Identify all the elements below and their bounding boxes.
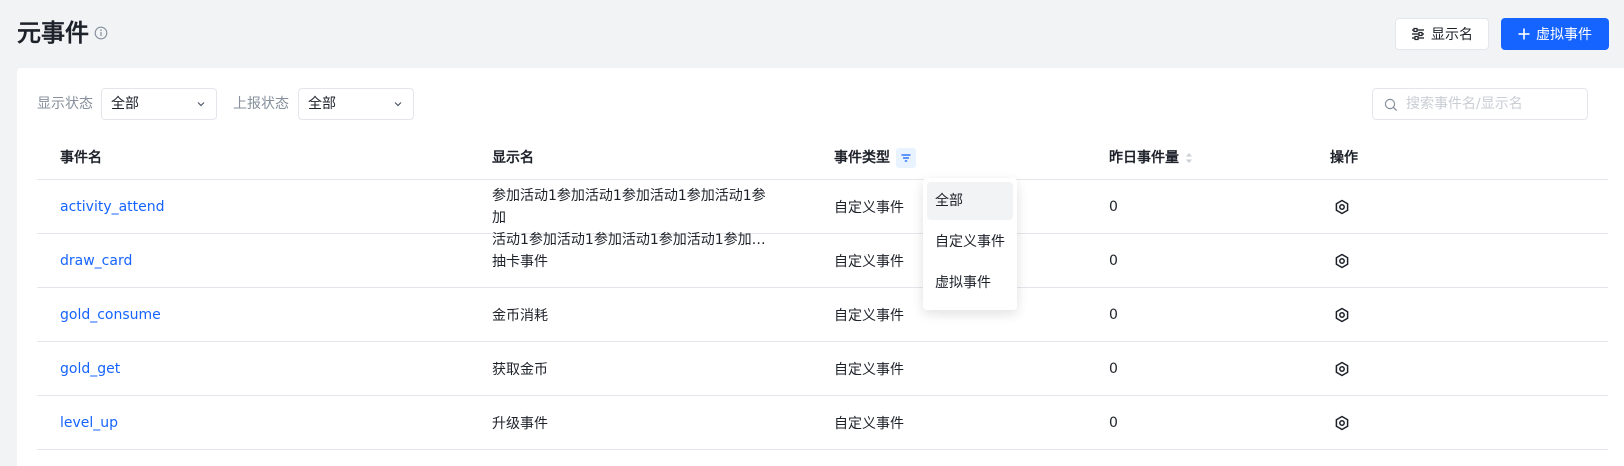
display-name-line: 参加活动1参加活动1参加活动1参加活动1参加 xyxy=(492,188,766,226)
action-cell xyxy=(1334,342,1350,396)
add-virtual-event-label: 虚拟事件 xyxy=(1536,27,1592,43)
gear-icon[interactable] xyxy=(1334,199,1350,215)
display-name-cell: 参加活动1参加活动1参加活动1参加活动1参加 活动1参加活动1参加活动1参加活动… xyxy=(492,180,770,248)
event-name-link[interactable]: activity_attend xyxy=(60,180,165,234)
yesterday-count-cell: 0 xyxy=(1109,415,1118,431)
plus-icon xyxy=(1518,28,1530,40)
action-cell xyxy=(1334,288,1350,342)
column-actions: 操作 xyxy=(1330,150,1358,166)
yesterday-count-cell: 0 xyxy=(1109,307,1118,323)
display-status-select[interactable]: 全部 xyxy=(101,88,217,120)
table-row: gold_get 获取金币 自定义事件 0 xyxy=(37,342,1608,396)
yesterday-count-cell: 0 xyxy=(1109,199,1118,215)
display-name-cell: 金币消耗 xyxy=(492,308,548,324)
table-row: draw_card 抽卡事件 自定义事件 0 xyxy=(37,234,1608,288)
report-status-value: 全部 xyxy=(308,96,336,112)
event-name-link[interactable]: gold_consume xyxy=(60,288,161,342)
event-type-cell: 自定义事件 xyxy=(834,416,904,432)
gear-icon[interactable] xyxy=(1334,415,1350,431)
page-title: 元事件 xyxy=(17,19,89,47)
event-type-cell: 自定义事件 xyxy=(834,200,904,216)
report-status-label: 上报状态 xyxy=(233,96,289,112)
event-list-card: 显示状态 全部 上报状态 全部 搜索事件名/显示名 事件名 显示名 事件类型 昨… xyxy=(17,68,1624,466)
chevron-down-icon xyxy=(197,102,205,107)
dropdown-option-custom-event[interactable]: 自定义事件 xyxy=(927,223,1013,261)
display-name-cell: 抽卡事件 xyxy=(492,254,548,270)
action-cell xyxy=(1334,396,1350,450)
search-icon xyxy=(1384,98,1398,112)
page-header: 元事件 显示名 虚拟事件 xyxy=(0,0,1624,68)
gear-icon[interactable] xyxy=(1334,361,1350,377)
report-status-select[interactable]: 全部 xyxy=(298,88,414,120)
sort-icon[interactable] xyxy=(1185,151,1193,165)
display-status-value: 全部 xyxy=(111,96,139,112)
dropdown-option-virtual-event[interactable]: 虚拟事件 xyxy=(927,264,1013,302)
event-type-cell: 自定义事件 xyxy=(834,308,904,324)
gear-icon[interactable] xyxy=(1334,307,1350,323)
info-icon[interactable] xyxy=(94,26,108,40)
dropdown-option-all[interactable]: 全部 xyxy=(927,182,1013,220)
column-display-name: 显示名 xyxy=(492,150,534,166)
display-name-button[interactable]: 显示名 xyxy=(1395,18,1489,50)
action-cell xyxy=(1334,234,1350,288)
table-header: 事件名 显示名 事件类型 昨日事件量 操作 xyxy=(37,136,1608,180)
gear-icon[interactable] xyxy=(1334,253,1350,269)
add-virtual-event-button[interactable]: 虚拟事件 xyxy=(1501,18,1609,50)
event-name-link[interactable]: draw_card xyxy=(60,234,132,288)
action-cell xyxy=(1334,180,1350,234)
display-name-button-label: 显示名 xyxy=(1431,27,1473,43)
display-name-cell: 升级事件 xyxy=(492,416,548,432)
column-yesterday-count[interactable]: 昨日事件量 xyxy=(1109,136,1193,180)
filter-icon xyxy=(901,154,911,162)
display-name-cell: 获取金币 xyxy=(492,362,548,378)
yesterday-count-cell: 0 xyxy=(1109,253,1118,269)
event-type-cell: 自定义事件 xyxy=(834,362,904,378)
yesterday-count-cell: 0 xyxy=(1109,361,1118,377)
table-row: activity_attend 参加活动1参加活动1参加活动1参加活动1参加 活… xyxy=(37,180,1608,248)
search-input[interactable]: 搜索事件名/显示名 xyxy=(1372,88,1588,120)
table-row: level_up 升级事件 自定义事件 0 xyxy=(37,396,1608,450)
event-name-link[interactable]: gold_get xyxy=(60,342,120,396)
event-type-cell: 自定义事件 xyxy=(834,254,904,270)
chevron-down-icon xyxy=(394,102,402,107)
column-event-name: 事件名 xyxy=(60,150,102,166)
column-event-type: 事件类型 xyxy=(834,136,916,180)
event-type-dropdown: 全部 自定义事件 虚拟事件 xyxy=(923,178,1017,310)
search-placeholder: 搜索事件名/显示名 xyxy=(1406,96,1523,112)
display-status-label: 显示状态 xyxy=(37,96,93,112)
event-name-link[interactable]: level_up xyxy=(60,396,118,450)
table-row: gold_consume 金币消耗 自定义事件 0 xyxy=(37,288,1608,342)
event-type-filter-button[interactable] xyxy=(896,148,916,168)
sliders-icon xyxy=(1412,27,1424,41)
